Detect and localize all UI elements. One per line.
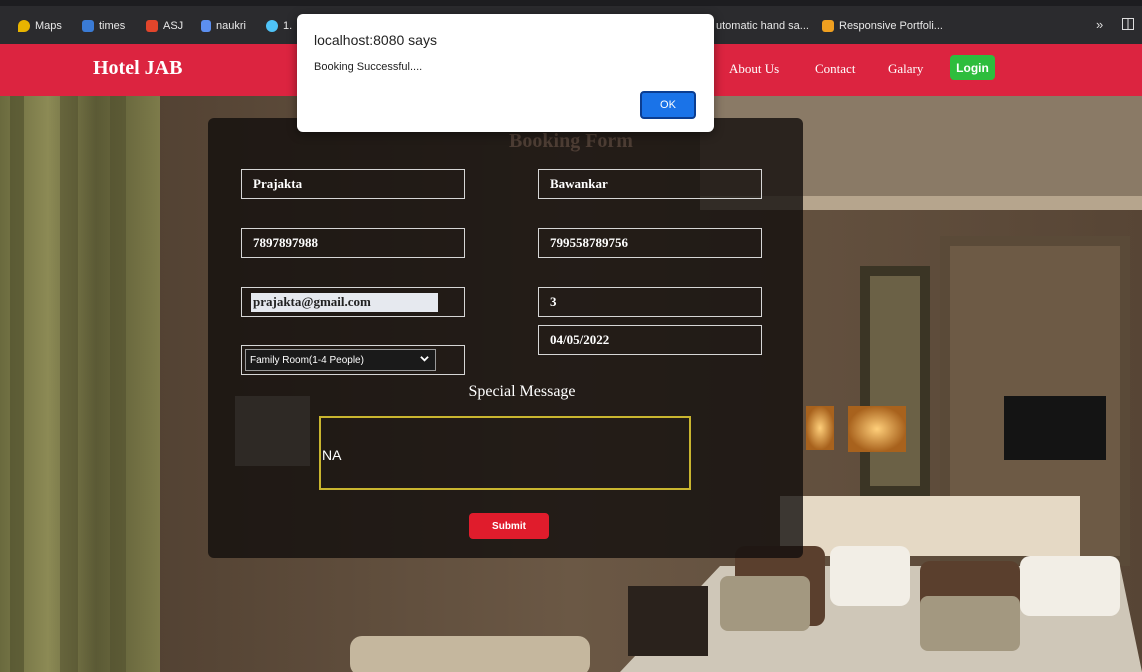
email-field[interactable]: prajakta@gmail.com — [241, 287, 465, 317]
special-message-label: Special Message — [468, 383, 576, 400]
nav-contact[interactable]: Contact — [815, 61, 855, 77]
dialog-message: Booking Successful.... — [314, 61, 423, 73]
bookmark-1-icon — [266, 20, 278, 32]
alert-dialog: localhost:8080 says Booking Successful..… — [297, 14, 714, 132]
bookmark-naukri[interactable]: naukri — [201, 18, 246, 34]
brand-logo[interactable]: Hotel JAB — [93, 57, 182, 80]
nav-galary[interactable]: Galary — [888, 61, 923, 77]
portfolio-icon — [822, 20, 834, 32]
naukri-icon — [201, 20, 211, 32]
first-name-field[interactable]: Prajakta — [241, 169, 465, 199]
ok-button[interactable]: OK — [640, 91, 696, 119]
window-title-strip — [0, 0, 1142, 6]
booking-form-title: Booking Form — [509, 130, 633, 152]
nav-about-us[interactable]: About Us — [729, 61, 779, 77]
times-icon — [82, 20, 94, 32]
date-field[interactable]: 04/05/2022 — [538, 325, 762, 355]
bookmark-automatic-hand-sanitizer[interactable]: utomatic hand sa... — [716, 18, 809, 34]
maps-icon — [18, 20, 30, 32]
bookmark-1[interactable]: 1. — [266, 18, 292, 34]
phone-field[interactable]: 7897897988 — [241, 228, 465, 258]
last-name-field[interactable]: Bawankar — [538, 169, 762, 199]
bookmark-asj[interactable]: ASJ — [146, 18, 183, 34]
more-bookmarks-button[interactable]: » — [1096, 17, 1103, 32]
chevron-down-icon — [420, 354, 429, 366]
id-number-field[interactable]: 799558789756 — [538, 228, 762, 258]
bookmark-times[interactable]: times — [82, 18, 125, 34]
bookmark-responsive-portfolio[interactable]: Responsive Portfoli... — [822, 18, 943, 34]
submit-button[interactable]: Submit — [469, 513, 549, 539]
special-message-textarea[interactable]: NA — [319, 416, 691, 490]
email-value: prajakta@gmail.com — [251, 292, 438, 312]
room-type-select[interactable]: Family Room(1-4 People) — [245, 349, 436, 371]
guests-field[interactable]: 3 — [538, 287, 762, 317]
login-button[interactable]: Login — [950, 55, 995, 80]
room-type-value: Family Room(1-4 People) — [250, 354, 364, 366]
bookmark-maps[interactable]: Maps — [18, 18, 62, 34]
room-type-select-wrapper: Family Room(1-4 People) — [241, 345, 465, 375]
reading-list-icon[interactable] — [1122, 18, 1134, 33]
dialog-title: localhost:8080 says — [314, 32, 437, 48]
asj-icon — [146, 20, 158, 32]
